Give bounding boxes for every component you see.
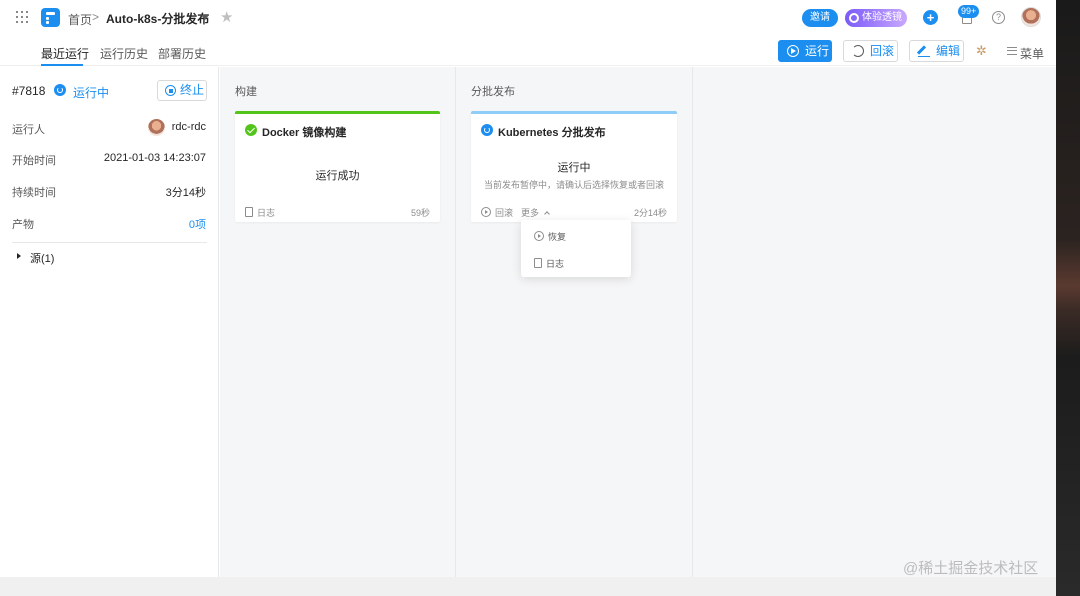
duration-value: 3分14秒 [165, 187, 206, 199]
stop-button-label: 终止 [180, 83, 205, 97]
job-status-message: 运行中 [557, 162, 591, 174]
menu-item-resume[interactable]: 恢复 [534, 230, 566, 243]
plus-icon[interactable]: + [923, 10, 938, 25]
job-rollback-label: 回滚 [495, 208, 514, 218]
breadcrumb-home[interactable]: 首页 [68, 11, 92, 28]
job-card-docker-build[interactable]: Docker 镜像构建 运行成功 日志 59秒 [235, 111, 440, 222]
divider [12, 242, 207, 243]
runner-label: 运行人 [12, 124, 45, 136]
tab-run-history[interactable]: 运行历史 [100, 45, 148, 62]
more-actions-menu: 恢复 日志 [521, 220, 631, 277]
artifacts-label: 产物 [12, 219, 34, 231]
column-divider [455, 67, 456, 577]
tab-recent-runs[interactable]: 最近运行 [41, 45, 89, 62]
job-duration: 59秒 [410, 208, 430, 218]
avatar[interactable] [1021, 7, 1041, 27]
job-header: Docker 镜像构建 [245, 124, 346, 140]
history-icon [852, 45, 864, 57]
menu-label[interactable]: 菜单 [1020, 45, 1044, 62]
pencil-icon [918, 45, 930, 57]
stage-title-build: 构建 [235, 86, 257, 98]
success-icon [245, 124, 257, 136]
log-icon [534, 258, 542, 268]
play-icon [481, 207, 491, 217]
watermark: @稀土掘金技术社区 [903, 560, 1039, 577]
star-icon[interactable]: ★ [220, 8, 233, 26]
run-button[interactable]: 运行 [778, 40, 832, 62]
pipeline-title[interactable]: Auto-k8s-分批发布 [106, 10, 209, 27]
job-more-toggle[interactable]: 更多 [521, 206, 550, 219]
runner-avatar [148, 119, 165, 136]
sub-nav: 最近运行 运行历史 部署历史 运行 回滚 编辑 ✲ 菜单 [0, 36, 1056, 66]
menu-icon[interactable] [1007, 47, 1017, 55]
start-time-value: 2021-01-03 14:23:07 [103, 152, 206, 164]
invite-button[interactable]: 邀请 [802, 9, 838, 27]
stop-button[interactable]: 终止 [157, 80, 207, 101]
flow-logo-icon[interactable] [41, 8, 60, 27]
run-detail-panel: #7818 运行中 终止 运行人 rdc-rdc 开始时间 2021-01-03… [0, 67, 219, 577]
runner-value: rdc-rdc [171, 121, 206, 133]
job-status-message: 运行成功 [315, 170, 360, 182]
job-more-label: 更多 [521, 208, 540, 218]
start-time-label: 开始时间 [12, 155, 56, 167]
chevron-up-icon [544, 211, 550, 217]
tab-deploy-history[interactable]: 部署历史 [158, 45, 206, 62]
active-tab-indicator [41, 64, 83, 66]
job-name: Docker 镜像构建 [262, 127, 347, 139]
try-lens-label: 体验透镜 [862, 12, 902, 23]
run-status: 运行中 [73, 86, 110, 100]
pipeline-board: 构建 分批发布 Docker 镜像构建 运行成功 日志 59秒 Kubernet… [220, 67, 1056, 577]
menu-item-resume-label: 恢复 [548, 232, 567, 242]
breadcrumb-separator: > [92, 10, 100, 24]
notification-badge: 99+ [958, 5, 980, 18]
menu-item-log[interactable]: 日志 [534, 257, 564, 270]
job-log-label: 日志 [257, 208, 276, 218]
log-icon [245, 207, 253, 217]
top-bar: 首页 > Auto-k8s-分批发布 ★ 邀请 体验透镜 + 99+ ? [0, 0, 1056, 36]
job-card-kubernetes-release[interactable]: Kubernetes 分批发布 运行中 当前发布暂停中，请确认后选择恢复或者回滚… [471, 111, 677, 222]
rollback-button[interactable]: 回滚 [843, 40, 898, 62]
duration-label: 持续时间 [12, 187, 56, 199]
menu-item-log-label: 日志 [546, 259, 565, 269]
job-duration: 2分14秒 [633, 208, 667, 218]
artifacts-value[interactable]: 0项 [189, 216, 206, 232]
column-divider [692, 67, 693, 577]
running-icon [481, 124, 493, 136]
job-log-link[interactable]: 日志 [245, 206, 275, 219]
lens-icon [849, 13, 859, 23]
play-icon [787, 45, 799, 57]
apps-grid-icon[interactable] [16, 11, 28, 23]
play-icon [534, 231, 544, 241]
running-status-icon [54, 84, 66, 96]
chevron-down-icon[interactable] [201, 15, 209, 20]
caret-right-icon[interactable] [17, 253, 21, 259]
rollback-button-label: 回滚 [870, 44, 895, 58]
try-lens-button[interactable]: 体验透镜 [845, 9, 907, 27]
background-edge [1056, 0, 1080, 596]
help-icon[interactable]: ? [992, 11, 1005, 24]
run-id[interactable]: #7818 [12, 84, 45, 98]
job-header: Kubernetes 分批发布 [481, 124, 606, 140]
bottom-strip [0, 577, 1056, 596]
job-status-detail: 当前发布暂停中，请确认后选择恢复或者回滚 [483, 180, 664, 190]
run-button-label: 运行 [805, 44, 830, 58]
job-name: Kubernetes 分批发布 [498, 127, 606, 139]
assistant-icon[interactable]: ✲ [976, 43, 992, 59]
stop-icon [165, 85, 176, 96]
edit-button[interactable]: 编辑 [909, 40, 964, 62]
edit-button-label: 编辑 [936, 44, 961, 58]
stage-title-batch-release: 分批发布 [471, 86, 515, 98]
source-toggle[interactable]: 源(1) [30, 250, 54, 266]
job-rollback-link[interactable]: 回滚 [481, 206, 513, 219]
